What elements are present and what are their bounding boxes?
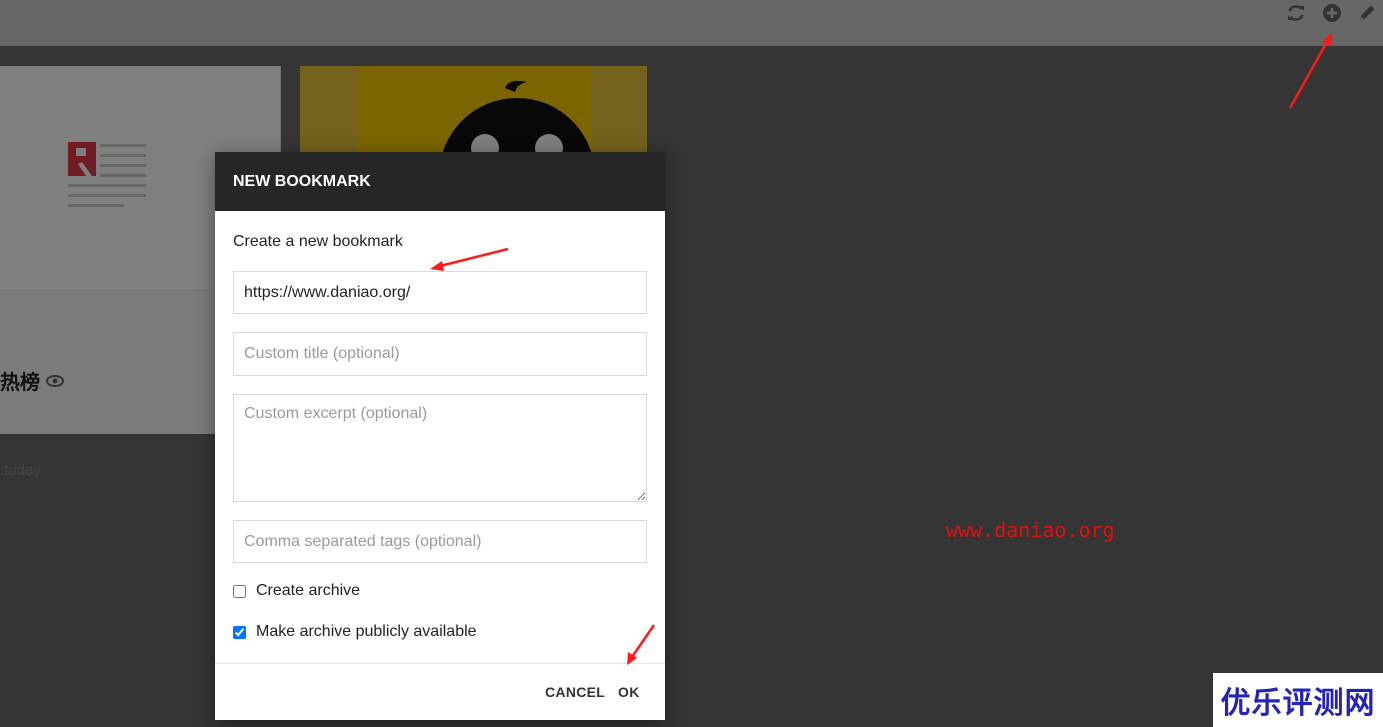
public-archive-checkbox[interactable] (233, 625, 246, 639)
url-input[interactable] (233, 271, 647, 314)
dialog-subtitle: Create a new bookmark (233, 233, 403, 250)
public-archive-label: Make archive publicly available (256, 623, 477, 640)
corner-logo: 优乐评测网 (1213, 673, 1383, 727)
watermark-text: www.daniao.org (946, 518, 1115, 542)
public-archive-option[interactable]: Make archive publicly available (233, 623, 477, 641)
ok-button[interactable]: OK (618, 684, 640, 700)
dialog-body: Create a new bookmark Create archive Mak… (215, 211, 665, 663)
dialog-footer: CANCEL OK (215, 663, 665, 720)
cancel-button[interactable]: CANCEL (545, 684, 605, 700)
modal-overlay[interactable] (0, 0, 1383, 727)
create-archive-option[interactable]: Create archive (233, 582, 360, 600)
custom-title-input[interactable] (233, 332, 647, 376)
create-archive-label: Create archive (256, 582, 361, 599)
create-archive-checkbox[interactable] (233, 584, 246, 598)
dialog-title: NEW BOOKMARK (215, 152, 665, 211)
custom-excerpt-textarea[interactable] (233, 394, 647, 502)
new-bookmark-dialog: NEW BOOKMARK Create a new bookmark Creat… (215, 152, 665, 720)
tags-input[interactable] (233, 520, 647, 563)
